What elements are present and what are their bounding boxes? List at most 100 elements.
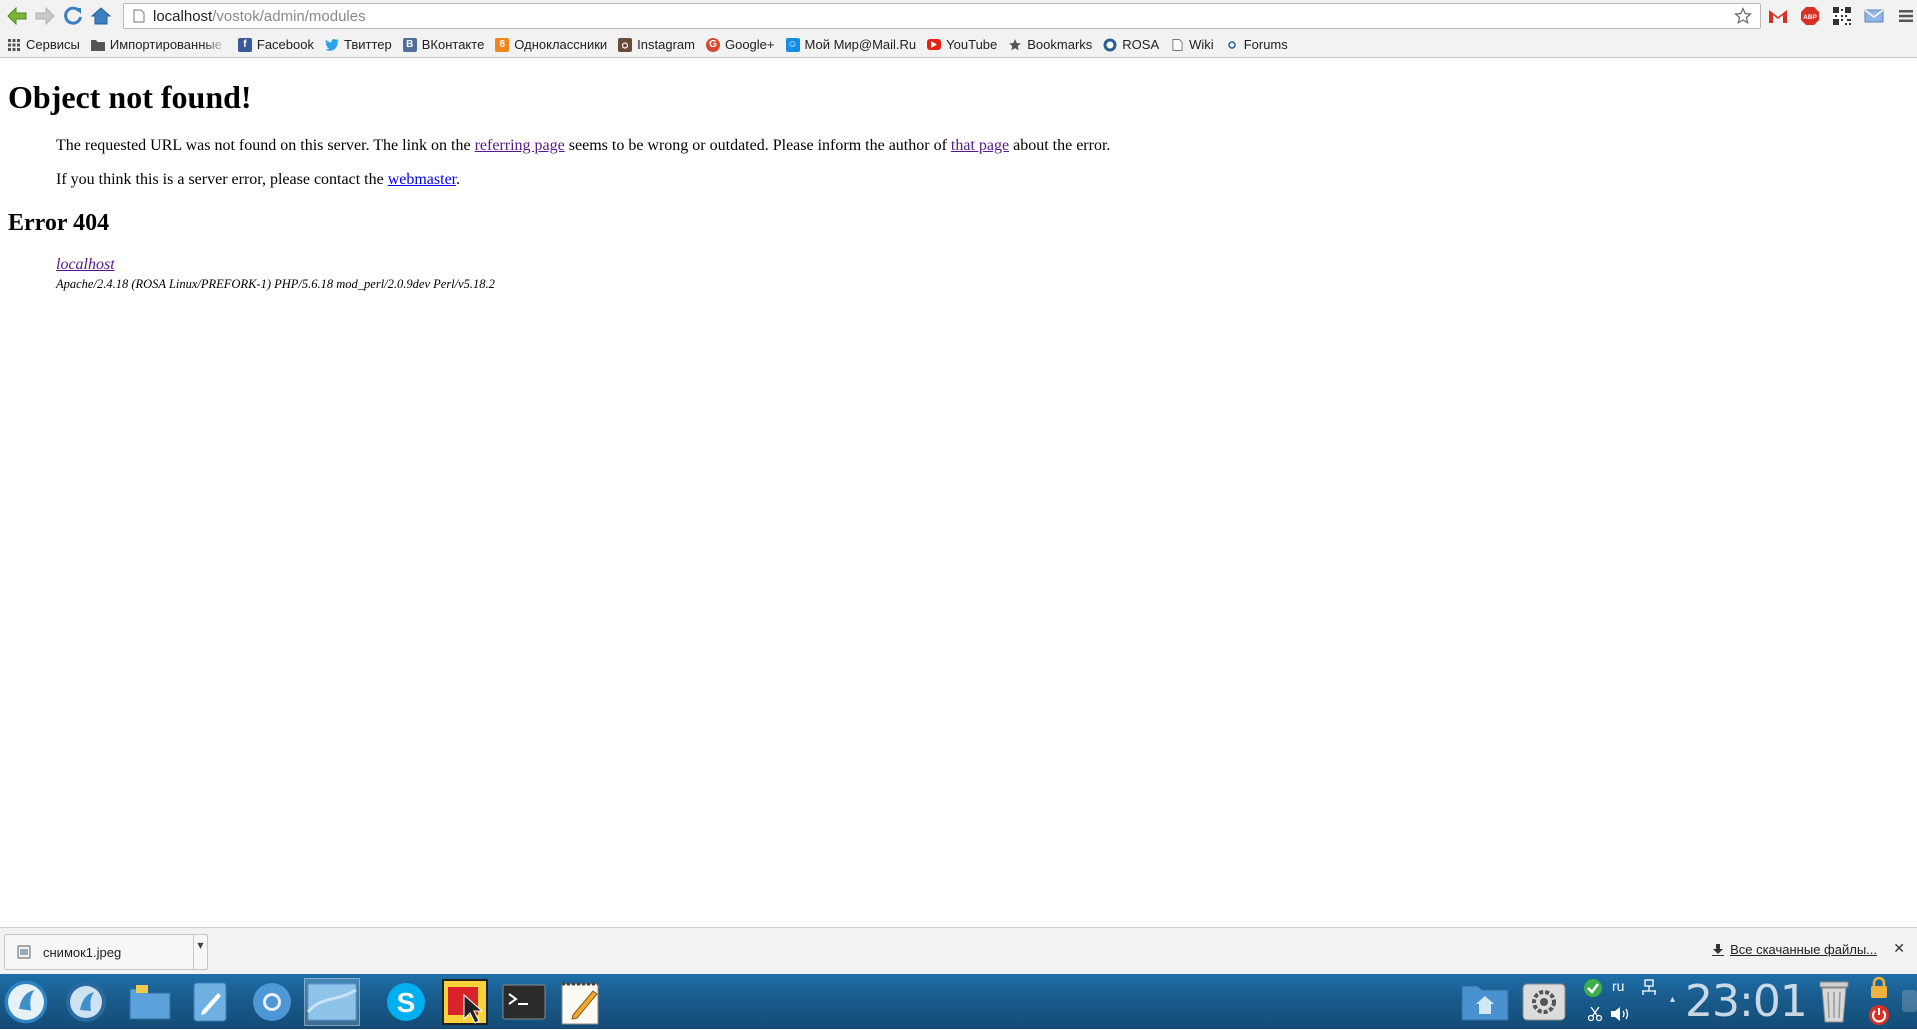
bookmark-bookmarks[interactable]: Bookmarks bbox=[1008, 37, 1092, 52]
notes-button[interactable] bbox=[557, 978, 605, 1026]
terminal-button[interactable] bbox=[500, 978, 548, 1026]
skype-icon: S bbox=[387, 983, 425, 1021]
url-text: localhost/vostok/admin/modules bbox=[153, 8, 366, 25]
bookmark-odnoklassniki[interactable]: 8 Одноклассники bbox=[495, 37, 607, 52]
browser-toolbar: localhost/vostok/admin/modules ABP bbox=[0, 0, 1917, 32]
bookmark-facebook[interactable]: f Facebook bbox=[237, 37, 314, 52]
that-page-link[interactable]: that page bbox=[951, 137, 1009, 154]
power-icon[interactable] bbox=[1868, 1004, 1890, 1030]
bookmark-label: Instagram bbox=[637, 37, 695, 52]
error-code-heading: Error 404 bbox=[8, 210, 110, 236]
volume-icon[interactable] bbox=[1610, 1006, 1632, 1026]
reload-icon bbox=[64, 6, 82, 25]
file-manager-button[interactable] bbox=[126, 978, 174, 1026]
keyboard-layout-indicator[interactable]: ru bbox=[1612, 978, 1624, 994]
mail-envelope-icon[interactable] bbox=[1862, 4, 1886, 28]
page-content: Object not found! The requested URL was … bbox=[0, 59, 1917, 927]
rosa-icon bbox=[1103, 38, 1117, 52]
referring-page-link[interactable]: referring page bbox=[475, 137, 565, 154]
trash-button[interactable] bbox=[1810, 978, 1858, 1026]
p1-text-after: about the error. bbox=[1009, 137, 1111, 154]
browser-button[interactable] bbox=[248, 978, 296, 1026]
show-desktop-button[interactable] bbox=[1902, 990, 1917, 1012]
update-ok-icon[interactable] bbox=[1583, 978, 1603, 1002]
server-signature: Apache/2.4.18 (ROSA Linux/PREFORK-1) PHP… bbox=[56, 277, 495, 291]
localhost-link[interactable]: localhost bbox=[56, 256, 115, 273]
twitter-icon bbox=[324, 38, 339, 52]
bookmark-rosa[interactable]: ROSA bbox=[1103, 37, 1159, 52]
editor-button[interactable] bbox=[186, 978, 234, 1026]
adblock-icon[interactable]: ABP bbox=[1798, 4, 1822, 28]
bookmark-label: Bookmarks bbox=[1027, 37, 1093, 52]
bookmark-youtube[interactable]: YouTube bbox=[927, 37, 997, 52]
extension-icons: ABP bbox=[1766, 4, 1917, 28]
network-icon[interactable] bbox=[1640, 979, 1658, 1001]
settings-button[interactable] bbox=[1520, 978, 1568, 1026]
home-folder-button[interactable] bbox=[1460, 978, 1510, 1026]
svg-text:ABP: ABP bbox=[1803, 14, 1817, 21]
forward-arrow-icon bbox=[35, 6, 55, 26]
webmaster-link[interactable]: webmaster bbox=[388, 171, 456, 188]
contact-note: If you think this is a server error, ple… bbox=[56, 171, 460, 189]
bookmark-instagram[interactable]: Instagram bbox=[618, 37, 695, 52]
facebook-icon: f bbox=[237, 37, 252, 52]
simplewelcome-button[interactable] bbox=[62, 978, 110, 1026]
reload-button[interactable] bbox=[59, 2, 87, 30]
bookmark-label: Google+ bbox=[724, 37, 775, 52]
skype-button[interactable]: S bbox=[382, 978, 430, 1026]
download-menu-button[interactable]: ▼ bbox=[193, 935, 207, 969]
google-plus-icon: G bbox=[705, 37, 720, 52]
bookmark-moi-mir[interactable]: ☺ Мой Мир@Mail.Ru bbox=[785, 37, 917, 52]
bookmarks-bar: Сервисы Импортированные f Facebook Твитт… bbox=[0, 32, 1917, 58]
download-item[interactable]: снимок1.jpeg ▼ bbox=[4, 934, 208, 970]
close-shelf-icon[interactable]: ✕ bbox=[1893, 941, 1905, 957]
back-button[interactable] bbox=[3, 2, 31, 30]
notepad-icon bbox=[561, 982, 599, 1025]
chromium-icon bbox=[253, 983, 291, 1021]
home-folder-icon bbox=[1461, 985, 1509, 1021]
bookmark-label: YouTube bbox=[946, 37, 998, 52]
bookmark-imported[interactable]: Импортированные bbox=[90, 37, 227, 52]
url-path: /vostok/admin/modules bbox=[212, 7, 366, 25]
clock[interactable]: 23:01 bbox=[1685, 976, 1808, 1027]
terminal-icon bbox=[502, 984, 546, 1020]
bookmark-label: Твиттер bbox=[343, 37, 392, 52]
screenshot-tool-button[interactable] bbox=[441, 978, 489, 1026]
bookmark-wiki[interactable]: Wiki bbox=[1170, 37, 1214, 52]
address-bar[interactable]: localhost/vostok/admin/modules bbox=[123, 3, 1761, 29]
bookmark-label: Facebook bbox=[256, 37, 314, 52]
bookmark-star-button[interactable] bbox=[1734, 7, 1752, 29]
tray-expander-icon[interactable]: ▴ bbox=[1670, 994, 1675, 1005]
bookmark-label: Одноклассники bbox=[514, 37, 608, 52]
bookmark-services[interactable]: Сервисы bbox=[7, 37, 80, 52]
bookmark-twitter[interactable]: Твиттер bbox=[324, 37, 392, 52]
home-button[interactable] bbox=[87, 2, 115, 30]
all-downloads-link[interactable]: Все скачанные файлы... bbox=[1712, 942, 1877, 957]
forward-button[interactable] bbox=[31, 2, 59, 30]
gmail-icon[interactable] bbox=[1766, 4, 1790, 28]
apps-grid-icon bbox=[7, 38, 21, 52]
download-arrow-icon bbox=[1712, 943, 1725, 956]
trash-icon bbox=[1819, 981, 1849, 1023]
clipboard-scissors-icon[interactable] bbox=[1587, 1006, 1603, 1026]
download-shelf: снимок1.jpeg ▼ Все скачанные файлы... ✕ bbox=[0, 927, 1917, 974]
lock-screen-icon[interactable] bbox=[1868, 976, 1890, 1004]
p1-text-middle: seems to be wrong or outdated. Please in… bbox=[564, 137, 951, 154]
rosa-start-icon bbox=[4, 980, 48, 1024]
download-file-name: снимок1.jpeg bbox=[43, 944, 122, 960]
qr-code-icon[interactable] bbox=[1830, 4, 1854, 28]
bookmark-label: ROSA bbox=[1122, 37, 1160, 52]
menu-icon[interactable] bbox=[1894, 4, 1917, 28]
page-icon bbox=[1170, 38, 1184, 52]
bookmark-vkontakte[interactable]: B ВКонтакте bbox=[402, 37, 484, 52]
error-description: The requested URL was not found on this … bbox=[56, 137, 1110, 155]
bookmark-google-plus[interactable]: G Google+ bbox=[705, 37, 775, 52]
bookmark-label: Мой Мир@Mail.Ru bbox=[804, 37, 917, 52]
mail-ru-icon: ☺ bbox=[785, 37, 800, 52]
start-menu-button[interactable] bbox=[2, 978, 50, 1026]
bookmark-forums[interactable]: Forums bbox=[1225, 37, 1288, 52]
taskbar: S ru ▴ 23:01 bbox=[0, 974, 1917, 1029]
screenshot-icon bbox=[442, 979, 488, 1025]
star-icon bbox=[1008, 38, 1022, 52]
active-window-button[interactable] bbox=[304, 978, 360, 1026]
